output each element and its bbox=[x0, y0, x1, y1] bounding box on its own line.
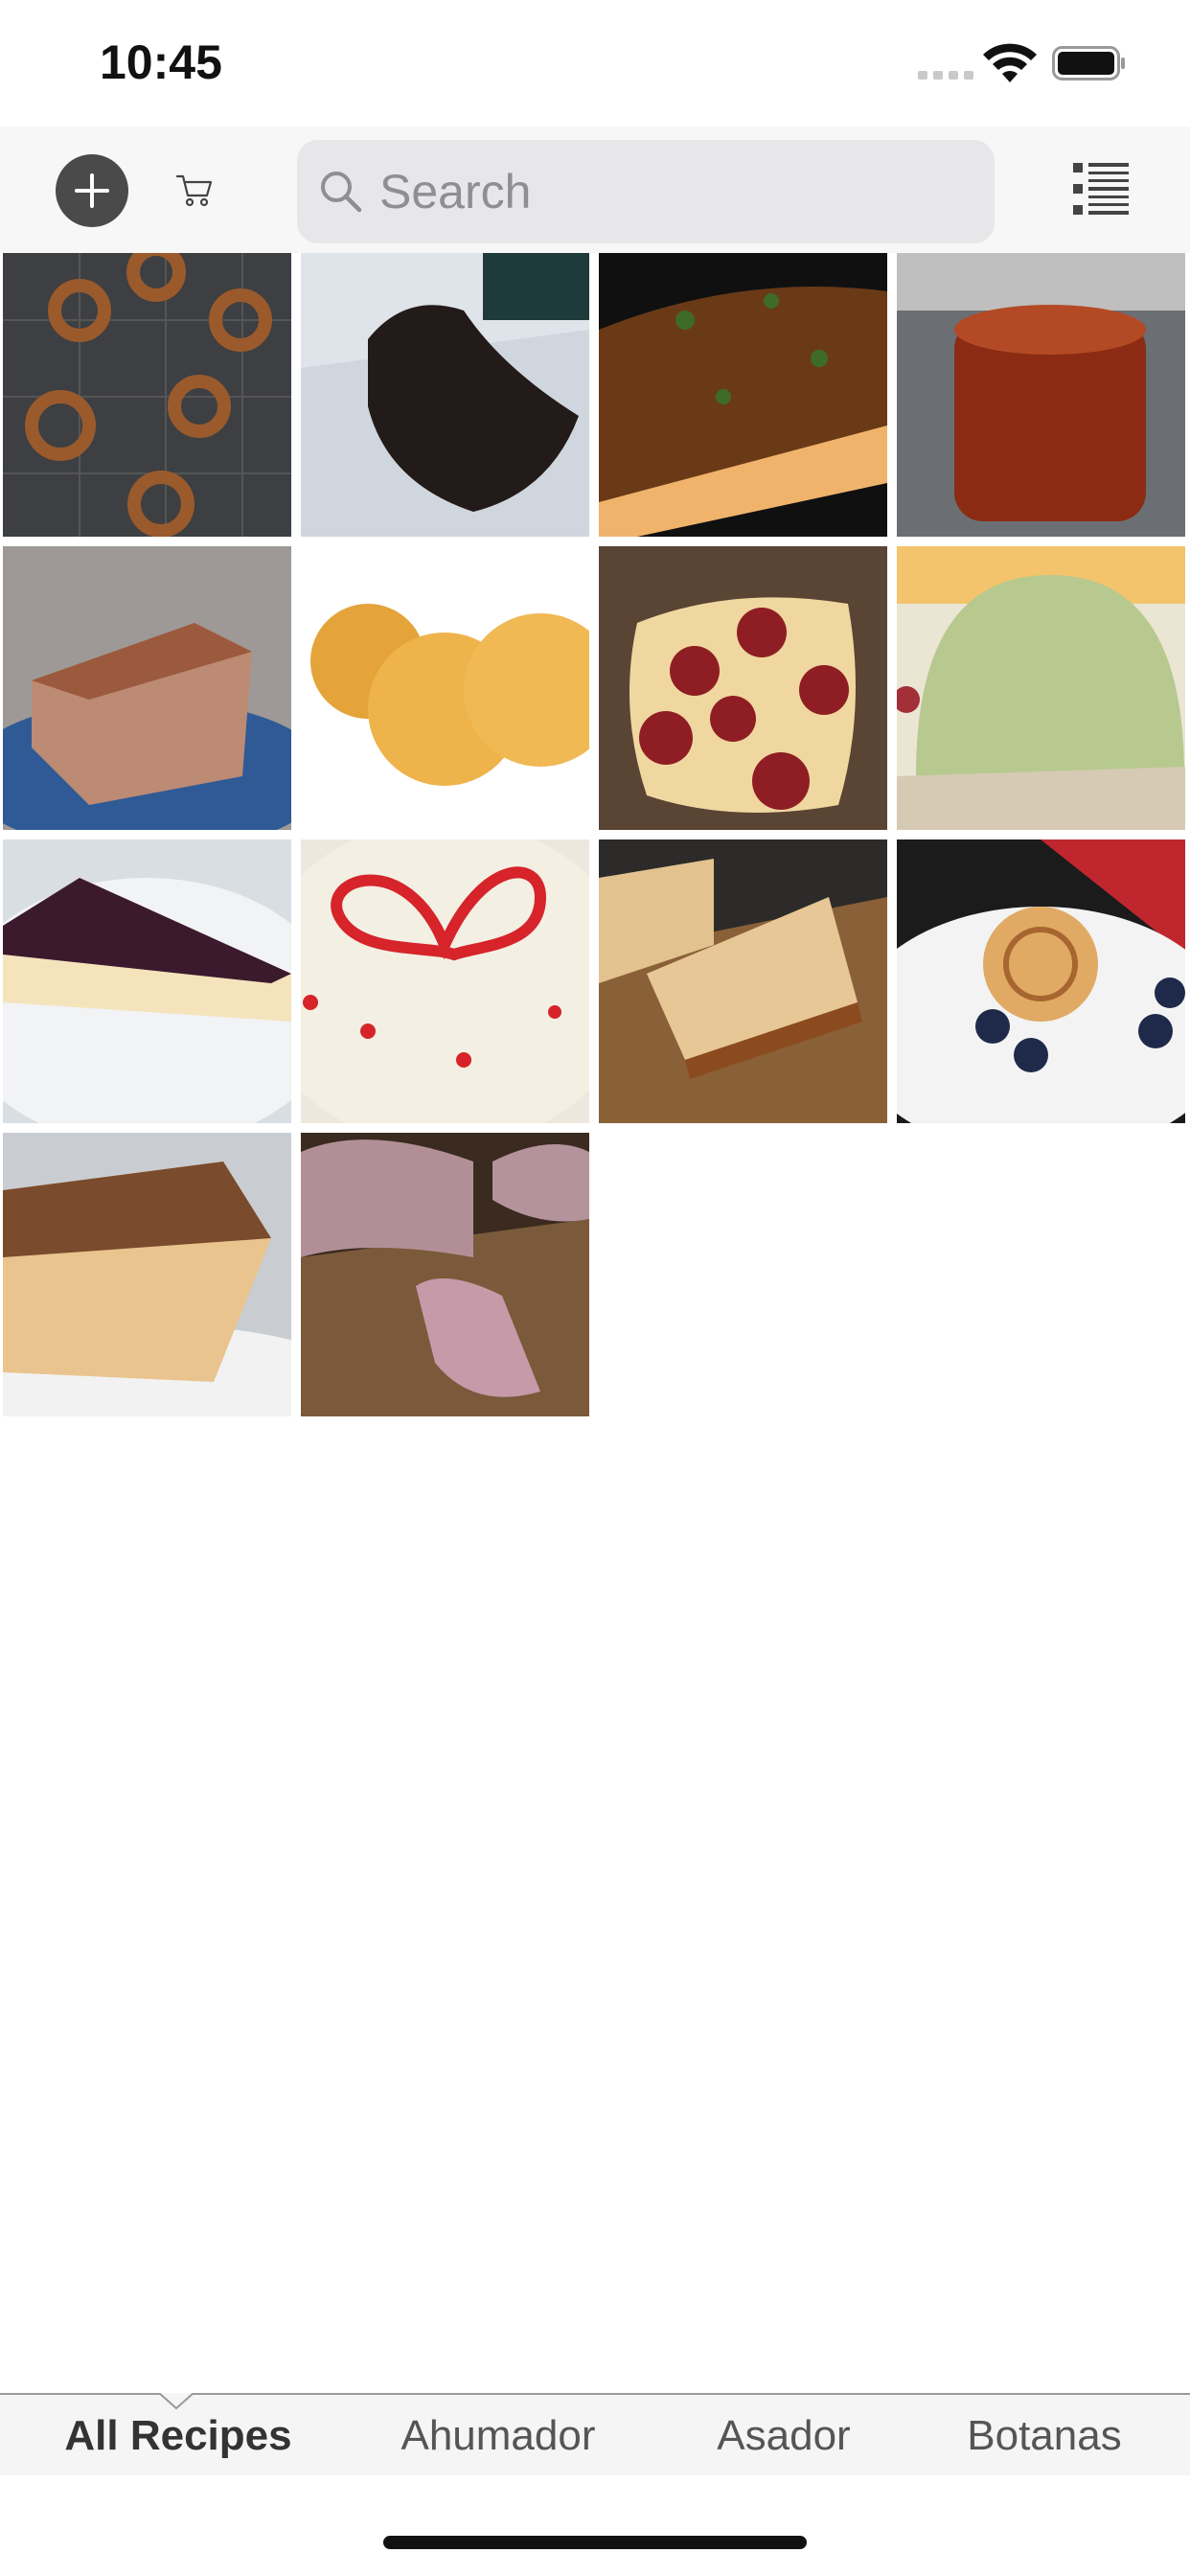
wifi-icon bbox=[983, 43, 1037, 82]
home-indicator[interactable] bbox=[383, 2536, 807, 2549]
recipe-tile-heart-cake[interactable] bbox=[301, 840, 589, 1123]
recipe-tile-onion-tart[interactable] bbox=[599, 253, 887, 537]
shopping-cart-icon[interactable] bbox=[174, 169, 217, 211]
recipe-tile-sliced-pork[interactable] bbox=[301, 1133, 589, 1416]
recipe-thumbnail bbox=[3, 546, 291, 830]
recipe-tile-fried-chips[interactable] bbox=[301, 546, 589, 830]
recipe-thumbnail bbox=[599, 253, 887, 537]
search-bar[interactable] bbox=[297, 140, 995, 243]
list-view-icon[interactable] bbox=[1071, 159, 1131, 218]
recipe-thumbnail bbox=[599, 546, 887, 830]
cellular-signal-icon bbox=[918, 71, 973, 80]
category-tab-bar: All Recipes Ahumador Asador Botanas bbox=[0, 2393, 1190, 2475]
battery-icon bbox=[1052, 46, 1125, 80]
recipe-thumbnail bbox=[897, 546, 1185, 830]
tab-all-recipes[interactable]: All Recipes bbox=[38, 2395, 318, 2477]
magnifier-icon bbox=[321, 172, 362, 213]
search-input[interactable] bbox=[379, 140, 973, 243]
recipe-tile-green-pudding[interactable] bbox=[897, 546, 1185, 830]
recipe-thumbnail bbox=[897, 840, 1185, 1123]
tab-ahumador[interactable]: Ahumador bbox=[383, 2395, 613, 2477]
recipe-thumbnail bbox=[301, 546, 589, 830]
recipe-tile-berry-cheesecake-slice[interactable] bbox=[3, 840, 291, 1123]
recipe-tile-pretzels[interactable] bbox=[3, 253, 291, 537]
recipe-thumbnail bbox=[301, 1133, 589, 1416]
recipe-thumbnail bbox=[301, 840, 589, 1123]
recipe-thumbnail bbox=[3, 840, 291, 1123]
recipe-thumbnail bbox=[897, 253, 1185, 537]
status-time: 10:45 bbox=[100, 35, 222, 89]
tab-asador[interactable]: Asador bbox=[699, 2395, 868, 2477]
status-bar: 10:45 bbox=[0, 0, 1190, 126]
recipe-thumbnail bbox=[3, 253, 291, 537]
recipe-tile-meat-loaf[interactable] bbox=[3, 546, 291, 830]
recipe-app-screen: 10:45 Search All Recipes Ahumador Asador… bbox=[0, 0, 1190, 2576]
recipe-tile-bbq-sauce-jar[interactable] bbox=[897, 253, 1185, 537]
recipe-thumbnail bbox=[3, 1133, 291, 1416]
recipe-tile-apple-rose-tart[interactable] bbox=[897, 840, 1185, 1123]
recipe-thumbnail bbox=[301, 253, 589, 537]
recipe-tile-bread-loaves[interactable] bbox=[599, 840, 887, 1123]
toolbar bbox=[0, 126, 1190, 253]
recipe-tile-tiramisu[interactable] bbox=[3, 1133, 291, 1416]
add-recipe-button[interactable] bbox=[56, 154, 128, 227]
recipe-tile-pepperoni-pizza[interactable] bbox=[599, 546, 887, 830]
recipe-thumbnail bbox=[599, 840, 887, 1123]
recipe-grid bbox=[3, 253, 1190, 1416]
recipe-tile-smoked-brisket[interactable] bbox=[301, 253, 589, 537]
tab-botanas[interactable]: Botanas bbox=[949, 2395, 1140, 2477]
